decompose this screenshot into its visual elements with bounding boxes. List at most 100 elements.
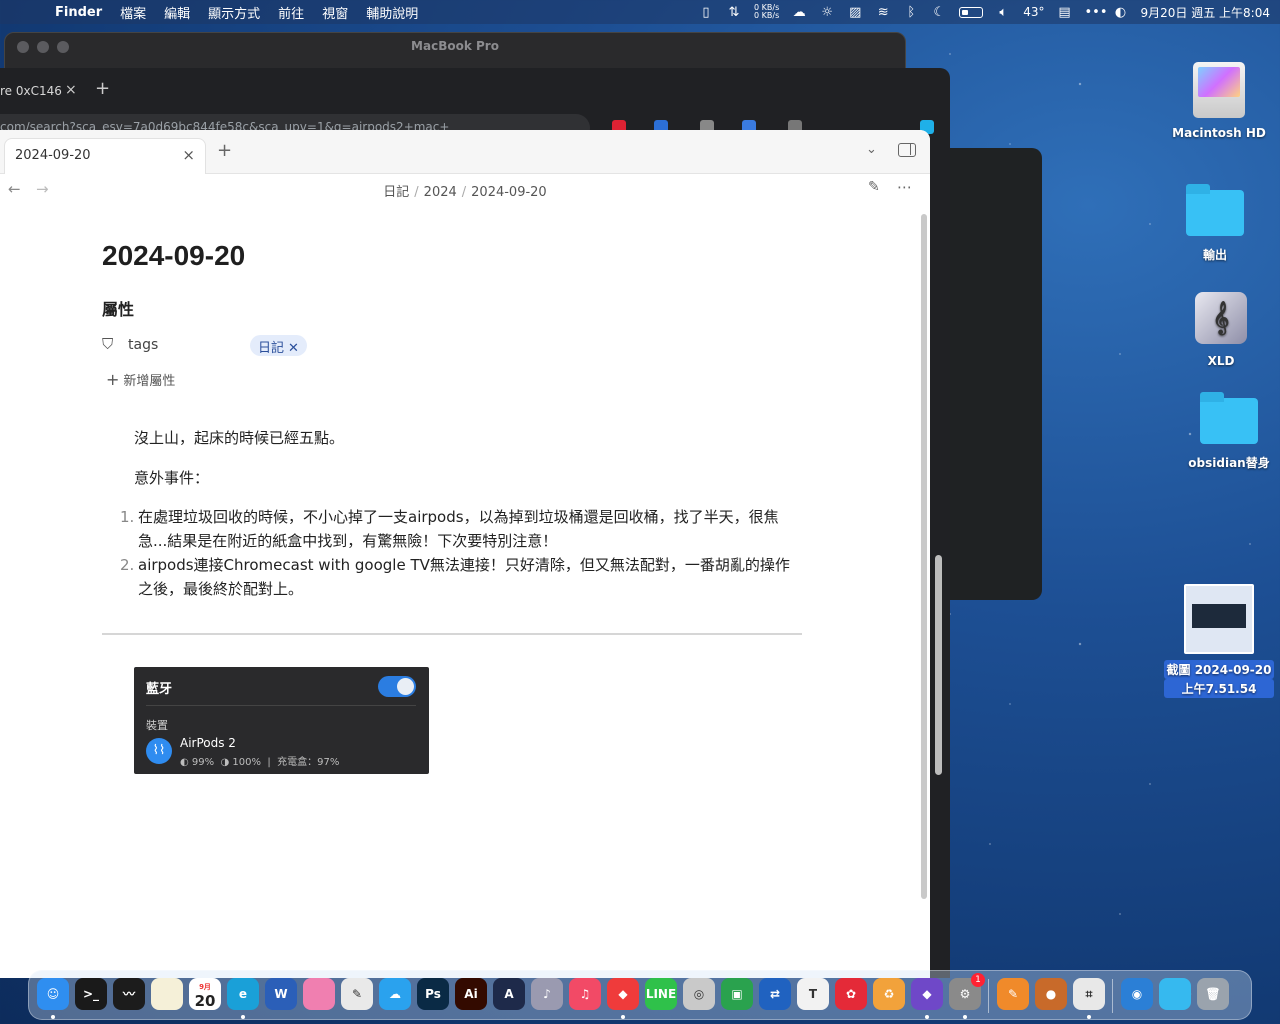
- breadcrumb-item[interactable]: 2024-09-20: [471, 185, 547, 200]
- background-window[interactable]: MacBook Pro: [4, 32, 906, 72]
- add-property-button[interactable]: + 新增屬性: [106, 370, 802, 389]
- menu-file[interactable]: 檔案: [111, 3, 155, 22]
- dock-terminal-icon[interactable]: >_: [75, 978, 107, 1010]
- dock-preview-icon[interactable]: ⌗: [1073, 978, 1105, 1010]
- folder-icon: [1186, 184, 1244, 236]
- edit-pencil-icon[interactable]: ✎: [868, 179, 880, 195]
- dock-trash-icon[interactable]: 🗑︎: [1197, 978, 1229, 1010]
- dock-script-icon[interactable]: ✎: [341, 978, 373, 1010]
- menu-app-name[interactable]: Finder: [46, 5, 111, 20]
- dock-lightroom-icon[interactable]: [303, 978, 335, 1010]
- menu-window[interactable]: 視窗: [313, 3, 357, 22]
- close-tab-icon[interactable]: ×: [182, 146, 195, 164]
- battery-icon[interactable]: [959, 6, 984, 18]
- dock-music-icon[interactable]: ♫: [569, 978, 601, 1010]
- embedded-screenshot[interactable]: 藍牙 裝置 ⌇⌇ AirPods 2 ◐ 99% ◑ 100% | 充電盒：97…: [134, 667, 429, 774]
- dock-activity-icon[interactable]: 〰: [113, 978, 145, 1010]
- dock-anydesk-icon[interactable]: ◆: [607, 978, 639, 1010]
- sidebar-toggle-icon[interactable]: [898, 143, 916, 157]
- dock-pages-icon[interactable]: ✎: [997, 978, 1029, 1010]
- cloud-icon[interactable]: ☁: [791, 5, 807, 20]
- dock-xld-icon[interactable]: ♪: [531, 978, 563, 1010]
- desktop-icon-xld[interactable]: 𝄞 XLD: [1166, 292, 1276, 368]
- menu-go[interactable]: 前往: [269, 3, 313, 22]
- browser-tab-label[interactable]: re 0xC146: [0, 84, 62, 98]
- paragraph[interactable]: 沒上山，起床的時候已經五點。: [134, 427, 802, 449]
- dock-illustrator-icon[interactable]: Ai: [455, 978, 487, 1010]
- browser-tab-close-icon[interactable]: ×: [65, 82, 77, 98]
- brightness-icon[interactable]: ☼: [819, 5, 835, 20]
- note-body[interactable]: 沒上山，起床的時候已經五點。 意外事件：: [134, 427, 802, 489]
- dock-obsidian-icon[interactable]: ◆: [911, 978, 943, 1010]
- menu-view[interactable]: 顯示方式: [199, 3, 269, 22]
- menu-help[interactable]: 輔助說明: [357, 3, 427, 22]
- dock-finder-icon[interactable]: ☺: [37, 978, 69, 1010]
- dock-dvd-icon[interactable]: ◎: [683, 978, 715, 1010]
- sync-icon[interactable]: ⇅: [726, 5, 742, 20]
- wifi-icon[interactable]: ≋: [875, 5, 891, 20]
- menu-bar: Finder 檔案 編輯 顯示方式 前往 視窗 輔助說明 ▯ ⇅ 0 KB/s 0…: [0, 0, 1280, 24]
- dock-edge-icon[interactable]: e: [227, 978, 259, 1010]
- tag-chip[interactable]: 日記 ✕: [250, 335, 307, 356]
- browser-new-tab-icon[interactable]: +: [95, 78, 110, 99]
- cpu-monitor-icon[interactable]: ▯: [698, 5, 714, 20]
- note-content[interactable]: 2024-09-20 屬性 ⛉ tags 日記 ✕ + 新增屬性 沒上山，起床的時候…: [102, 240, 802, 774]
- dock-notes-icon[interactable]: [151, 978, 183, 1010]
- dock-word-icon[interactable]: W: [265, 978, 297, 1010]
- dock-flower-icon[interactable]: ✿: [835, 978, 867, 1010]
- properties-heading: 屬性: [102, 300, 135, 319]
- dock-recycle-icon[interactable]: ♻: [873, 978, 905, 1010]
- volume-icon[interactable]: 🔈︎: [995, 5, 1011, 20]
- ordered-list[interactable]: 1. 在處理垃圾回收的時候，不小心掉了一支airpods，以為掉到垃圾桶還是回收桶…: [120, 505, 802, 601]
- scrollbar[interactable]: [921, 214, 927, 899]
- new-tab-icon[interactable]: +: [217, 140, 232, 161]
- dock-photoshop-icon[interactable]: Ps: [417, 978, 449, 1010]
- desktop-icon-output-folder[interactable]: 輸出: [1160, 184, 1270, 263]
- chevron-down-icon[interactable]: ⌄: [866, 142, 877, 157]
- xld-app-icon: 𝄞: [1195, 292, 1247, 344]
- dock-line-icon[interactable]: LINE: [645, 978, 677, 1010]
- dock-downloads-folder-icon[interactable]: [1159, 978, 1191, 1010]
- paragraph[interactable]: 意外事件：: [134, 467, 802, 489]
- remove-tag-icon[interactable]: ✕: [288, 341, 299, 356]
- property-name[interactable]: tags: [128, 337, 158, 353]
- tag-icon: ⛉: [102, 335, 114, 353]
- control-center-icon[interactable]: ◐: [1113, 5, 1129, 20]
- dock-typora-icon[interactable]: T: [797, 978, 829, 1010]
- bluetooth-icon[interactable]: ᛒ: [903, 5, 919, 20]
- dark-background-window[interactable]: [950, 148, 1042, 600]
- bluetooth-title: 藍牙: [146, 682, 173, 697]
- dock-screens-icon[interactable]: ▣: [721, 978, 753, 1010]
- dock-globe-icon[interactable]: ◉: [1121, 978, 1153, 1010]
- dock-remote-icon[interactable]: ⇄: [759, 978, 791, 1010]
- dock-running-indicator: [1087, 1015, 1091, 1019]
- temperature-readout[interactable]: 43°: [1023, 5, 1044, 19]
- menu-clock[interactable]: 9月20日 週五 上午8:04: [1141, 4, 1270, 21]
- moon-icon[interactable]: ☾: [931, 5, 947, 20]
- property-row-tags: ⛉ tags 日記 ✕: [102, 328, 802, 364]
- note-title[interactable]: 2024-09-20: [102, 240, 802, 272]
- network-speed[interactable]: 0 KB/s 0 KB/s: [754, 4, 779, 20]
- dock-affinity-icon[interactable]: A: [493, 978, 525, 1010]
- breadcrumb-item[interactable]: 2024: [424, 185, 457, 200]
- desktop-icon-macintosh-hd[interactable]: Macintosh HD: [1164, 62, 1274, 140]
- notes-menu-icon[interactable]: ▤: [1057, 5, 1073, 20]
- dock-icloud-icon[interactable]: ☁: [379, 978, 411, 1010]
- more-icon[interactable]: •••: [1085, 5, 1108, 20]
- dock-coffee-icon[interactable]: ●: [1035, 978, 1067, 1010]
- image-icon[interactable]: ▨: [847, 5, 863, 20]
- outer-scrollbar[interactable]: [935, 555, 942, 775]
- obsidian-window[interactable]: 2024-09-20 × + ⌄ ← → 日記/2024/2024-09-20 …: [0, 130, 930, 978]
- desktop-icon-screenshot[interactable]: 截圖 2024-09-20 上午7.51.54: [1164, 584, 1274, 698]
- more-options-icon[interactable]: ⋯: [897, 178, 912, 196]
- dock-running-indicator: [621, 1015, 625, 1019]
- list-item[interactable]: 2. airpods連接Chromecast with google TV無法連接…: [120, 553, 802, 601]
- hard-drive-icon: [1193, 62, 1245, 118]
- desktop-icon-obsidian-alias[interactable]: obsidian替身: [1174, 392, 1280, 471]
- list-item[interactable]: 1. 在處理垃圾回收的時候，不小心掉了一支airpods，以為掉到垃圾桶還是回收桶…: [120, 505, 802, 553]
- breadcrumb-item[interactable]: 日記: [383, 185, 409, 200]
- background-window-title: MacBook Pro: [411, 39, 499, 53]
- menu-edit[interactable]: 編輯: [155, 3, 199, 22]
- dock-calendar-icon[interactable]: 9月 20: [189, 978, 221, 1010]
- note-tab[interactable]: 2024-09-20 ×: [4, 138, 206, 174]
